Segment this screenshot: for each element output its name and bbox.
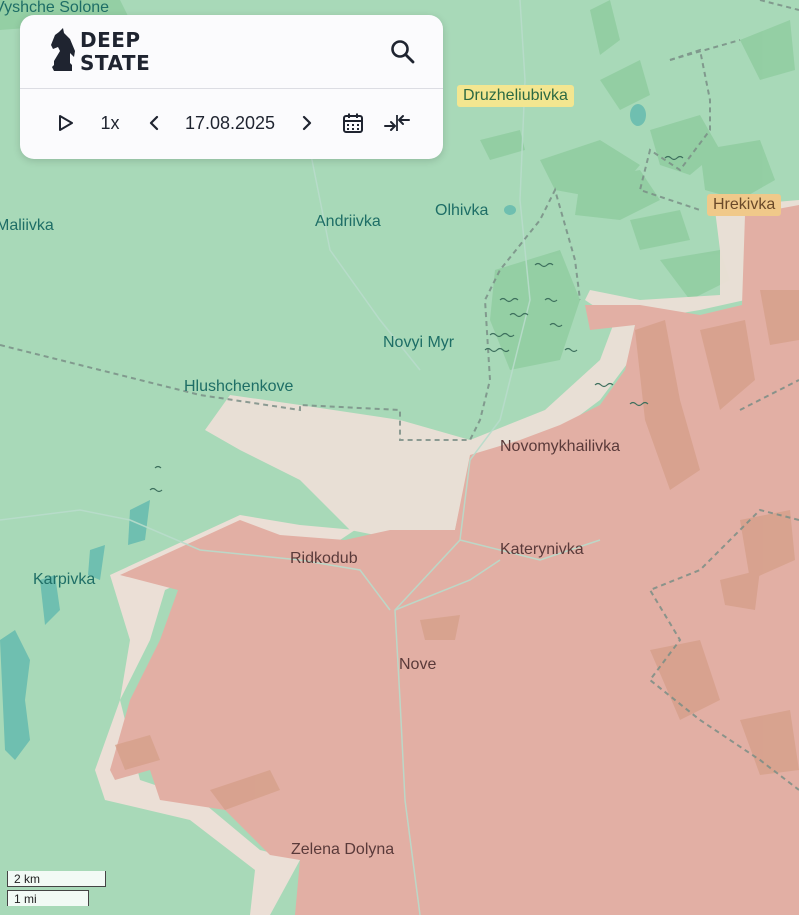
panel-header: DEEP STATE [20, 15, 443, 89]
place-label[interactable]: Novomykhailivka [500, 439, 620, 455]
logo-line-1: DEEP [80, 28, 141, 52]
place-label[interactable]: Novyi Myr [383, 335, 454, 351]
place-label[interactable]: Karpivka [33, 572, 95, 588]
calendar-icon [343, 113, 363, 133]
place-label[interactable]: Zelena Dolyna [291, 842, 394, 858]
current-date: 17.08.2025 [184, 112, 276, 133]
search-icon [391, 40, 415, 64]
speed-button[interactable]: 1x [96, 109, 124, 137]
place-label-highlighted[interactable]: Hrekivka [707, 194, 782, 216]
deepstate-logo[interactable]: DEEP STATE [48, 27, 158, 77]
place-label[interactable]: Vyshche Solone [0, 0, 109, 16]
knight-icon [51, 28, 75, 71]
play-button[interactable] [54, 109, 78, 137]
place-label[interactable]: Ridkodub [290, 551, 358, 567]
place-label[interactable]: Katerynivka [500, 542, 584, 558]
scale-bar: 2 km 1 mi [7, 871, 106, 906]
scale-km: 2 km [7, 871, 106, 887]
map-view[interactable]: Vyshche Solone Druzheliubivka Hrekivka M… [0, 0, 799, 915]
control-panel: DEEP STATE 1x 17.08.2025 [20, 15, 443, 159]
play-icon [59, 115, 73, 131]
logo-wordmark: DEEP STATE [80, 29, 150, 75]
place-label[interactable]: Olhivka [435, 203, 488, 219]
timeline-controls: 1x 17.08.2025 [20, 89, 443, 159]
place-label[interactable]: Andriivka [315, 214, 381, 230]
next-date-button[interactable] [297, 109, 317, 137]
chevron-right-icon [302, 115, 312, 131]
chevron-left-icon [149, 115, 159, 131]
compare-button[interactable] [382, 109, 412, 137]
place-label[interactable]: Hlushchenkove [184, 379, 293, 395]
logo-line-2: STATE [80, 51, 151, 75]
scale-mi: 1 mi [7, 890, 89, 906]
compare-arrows-icon [384, 115, 410, 131]
search-button[interactable] [388, 37, 418, 67]
calendar-button[interactable] [340, 109, 366, 137]
place-label[interactable]: Maliivka [0, 218, 54, 234]
place-label-highlighted[interactable]: Druzheliubivka [457, 85, 574, 107]
previous-date-button[interactable] [144, 109, 164, 137]
place-label[interactable]: Nove [399, 657, 436, 673]
